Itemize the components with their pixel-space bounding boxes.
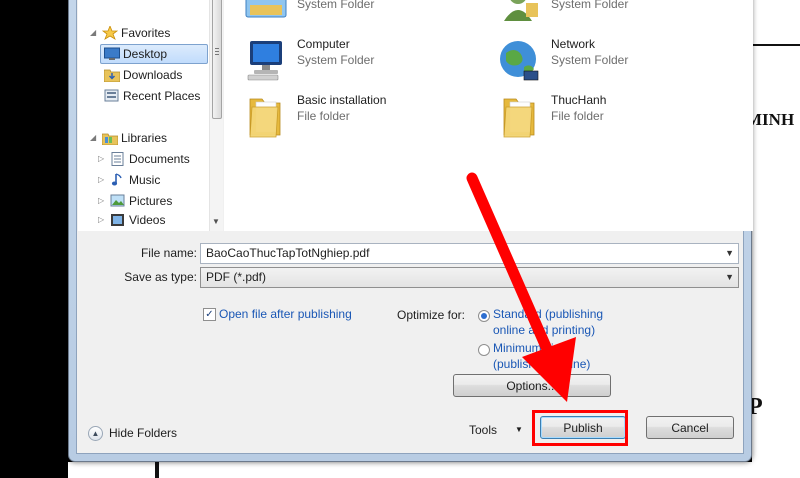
nav-item-pictures[interactable]: ▷ Pictures	[78, 191, 209, 211]
document-border-top	[752, 44, 800, 46]
optimize-minimum-label-line1[interactable]: Minimum size	[493, 340, 566, 356]
open-after-publishing-label[interactable]: Open file after publishing	[219, 306, 352, 322]
grip-line	[215, 54, 219, 55]
documents-icon	[110, 152, 126, 166]
tools-label: Tools	[469, 423, 498, 437]
nav-item-downloads[interactable]: Downloads	[78, 65, 209, 85]
publish-as-pdf-dialog: ◢ Favorites Desktop Downloads Recent Pla…	[68, 0, 753, 462]
document-heading-fragment: MINH	[746, 110, 795, 129]
document-bottom-strip	[68, 462, 758, 478]
collapsed-arrow-icon[interactable]: ▷	[98, 196, 104, 205]
file-item-folder[interactable]: ThucHanh File folder	[496, 93, 736, 145]
chevron-up-icon: ▲	[88, 426, 103, 441]
file-item[interactable]: System Folder	[496, 0, 736, 33]
optimize-for-label: Optimize for:	[397, 308, 466, 322]
optimize-minimum-label-line2[interactable]: (publishing online)	[493, 356, 590, 372]
file-name: ThucHanh	[551, 93, 607, 107]
collapsed-arrow-icon[interactable]: ▷	[98, 154, 104, 163]
nav-item-recent-places[interactable]: Recent Places	[78, 86, 209, 106]
collapsed-arrow-icon[interactable]: ▷	[98, 215, 104, 224]
nav-label-favorites: Favorites	[121, 26, 171, 40]
dropdown-arrow-icon: ▼	[515, 425, 523, 434]
downloads-folder-icon	[103, 68, 121, 83]
file-name-value: BaoCaoThucTapTotNghiep.pdf	[206, 246, 370, 260]
save-as-type-value: PDF (*.pdf)	[206, 270, 267, 284]
dialog-body: ◢ Favorites Desktop Downloads Recent Pla…	[76, 0, 753, 454]
user-folder-icon	[496, 0, 544, 29]
nav-label-libraries: Libraries	[121, 131, 168, 145]
expanded-arrow-icon[interactable]: ◢	[90, 28, 96, 37]
file-item-network[interactable]: Network System Folder	[496, 37, 736, 89]
libraries-icon	[101, 131, 119, 146]
dropdown-arrow-icon[interactable]: ▼	[725, 248, 734, 258]
nav-label-pictures: Pictures	[129, 194, 173, 208]
libraries-folder-icon	[242, 0, 290, 29]
music-icon	[110, 173, 126, 187]
star-icon	[101, 24, 119, 40]
grip-line	[215, 51, 219, 52]
save-as-type-label: Save as type:	[124, 270, 197, 284]
computer-icon	[242, 37, 290, 85]
file-item-computer[interactable]: Computer System Folder	[242, 37, 482, 89]
dropdown-arrow-icon[interactable]: ▼	[725, 272, 734, 282]
file-type: File folder	[551, 109, 604, 123]
nav-label-documents: Documents	[129, 152, 190, 166]
hide-folders-toggle[interactable]: ▲ Hide Folders	[88, 425, 188, 441]
nav-scrollbar[interactable]: ▼	[209, 0, 223, 231]
optimize-standard-radio[interactable]	[478, 310, 490, 322]
file-item-folder[interactable]: Basic installation File folder	[242, 93, 482, 145]
file-name-label: File name:	[140, 246, 197, 260]
optimize-minimum-radio[interactable]	[478, 344, 490, 356]
file-list: System Folder System Folder Computer Sys…	[224, 0, 753, 231]
nav-item-videos[interactable]: ▷ Videos	[78, 212, 209, 232]
nav-item-documents[interactable]: ▷ Documents	[78, 149, 209, 169]
nav-label-desktop: Desktop	[123, 47, 168, 61]
folder-icon	[496, 93, 544, 141]
grip-line	[215, 48, 219, 49]
cancel-button[interactable]: Cancel	[646, 416, 734, 439]
file-name: Computer	[297, 37, 350, 51]
file-type: System Folder	[551, 0, 629, 11]
nav-item-music[interactable]: ▷ Music	[78, 170, 209, 190]
tools-menu[interactable]: Tools ▼	[464, 420, 534, 442]
file-item[interactable]: System Folder	[242, 0, 482, 33]
file-name: Basic installation	[297, 93, 387, 107]
hide-folders-label: Hide Folders	[109, 426, 178, 440]
nav-label-recent-places: Recent Places	[123, 89, 201, 103]
optimize-standard-label-line2[interactable]: online and printing)	[493, 322, 595, 338]
pictures-icon	[110, 194, 126, 208]
nav-label-videos: Videos	[129, 213, 166, 227]
network-icon	[496, 37, 544, 85]
file-type: System Folder	[297, 53, 375, 67]
file-name-input[interactable]: BaoCaoThucTapTotNghiep.pdf ▼	[200, 243, 739, 264]
nav-item-desktop[interactable]: Desktop	[78, 44, 209, 64]
navigation-pane: ◢ Favorites Desktop Downloads Recent Pla…	[78, 0, 223, 231]
file-type: System Folder	[297, 0, 375, 11]
nav-item-libraries[interactable]: ◢ Libraries	[78, 128, 209, 148]
optimize-standard-label-line1[interactable]: Standard (publishing	[493, 306, 603, 322]
scrollbar-thumb[interactable]	[212, 0, 222, 119]
save-as-type-select[interactable]: PDF (*.pdf) ▼	[200, 267, 739, 288]
collapsed-arrow-icon[interactable]: ▷	[98, 175, 104, 184]
file-type: File folder	[297, 109, 350, 123]
recent-places-icon	[104, 89, 120, 103]
publish-button[interactable]: Publish	[540, 416, 626, 439]
options-button[interactable]: Options...	[453, 374, 611, 397]
scroll-down-arrow-icon[interactable]: ▼	[212, 217, 220, 226]
open-after-publishing-checkbox[interactable]: ✓	[203, 308, 216, 321]
file-type: System Folder	[551, 53, 629, 67]
folder-icon	[242, 93, 290, 141]
desktop-icon	[104, 47, 120, 61]
nav-label-music: Music	[129, 173, 161, 187]
nav-item-favorites[interactable]: ◢ Favorites	[78, 23, 209, 43]
file-name: Network	[551, 37, 596, 51]
nav-label-downloads: Downloads	[123, 68, 183, 82]
expanded-arrow-icon[interactable]: ◢	[90, 133, 96, 142]
videos-icon	[110, 213, 126, 227]
